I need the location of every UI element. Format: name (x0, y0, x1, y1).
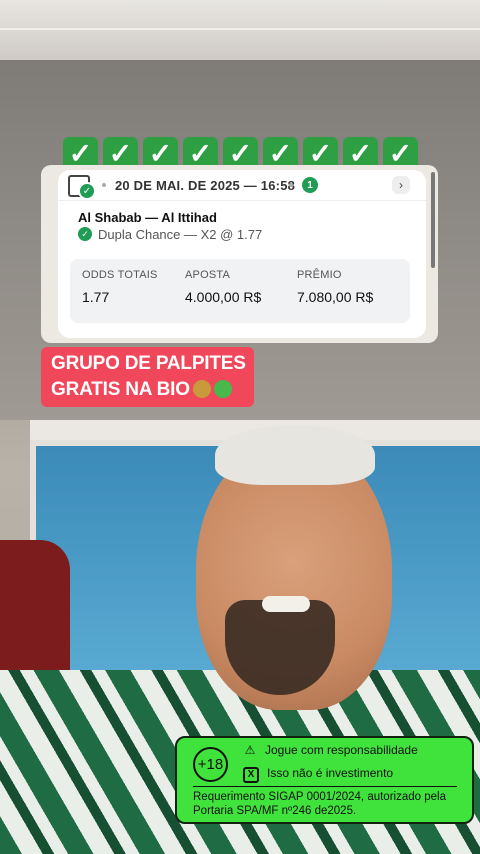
stat-prize: PRÊMIO 7.080,00 R$ (297, 269, 373, 305)
professor-emoji-icon (192, 380, 211, 398)
person-hair (215, 425, 375, 485)
bet-header: ✓ 20 DE MAI. DE 2025 — 16:58 1 › (58, 170, 426, 201)
rg-investment-row: X Isso não é investimento (243, 766, 393, 783)
clover-emoji-icon (213, 380, 232, 398)
x-box-icon: X (243, 767, 259, 783)
person-mouth (262, 596, 310, 612)
warning-icon: ⚠ (244, 743, 256, 757)
scrollbar[interactable] (431, 172, 435, 268)
ceiling (0, 0, 480, 60)
stat-stake: APOSTA 4.000,00 R$ (185, 269, 261, 305)
bet-slip-card[interactable]: ✓ 20 DE MAI. DE 2025 — 16:58 1 › Al Shab… (58, 170, 426, 338)
chevron-right-icon[interactable]: › (392, 176, 410, 194)
stat-label: ODDS TOTAIS (82, 269, 158, 281)
ceiling-light (0, 28, 480, 30)
promo-caption: GRUPO DE PALPITES GRATIS NA BIO (41, 347, 254, 407)
stat-value: 4.000,00 R$ (185, 289, 262, 305)
legal-text: Requerimento SIGAP 0001/2024, autorizado… (193, 791, 446, 817)
selection-text: Dupla Chance — X2 @ 1.77 (98, 227, 263, 242)
bet-date: 20 DE MAI. DE 2025 — 16:58 (115, 178, 296, 193)
won-check-icon: ✓ (78, 227, 92, 241)
stat-label: APOSTA (185, 269, 231, 281)
selection-count-badge: 1 (302, 177, 318, 193)
age-18-badge: +18 (193, 747, 228, 782)
separator-dot (102, 183, 106, 187)
promo-line-1: GRUPO DE PALPITES (51, 353, 246, 374)
stat-label: PRÊMIO (297, 269, 342, 281)
separator-dot (289, 183, 293, 187)
rg-warning-row: ⚠ Jogue com responsabilidade (243, 743, 418, 757)
promo-line-2-wrap: GRATIS NA BIO (51, 379, 232, 401)
match-title: Al Shabab — Al Ittihad (78, 210, 217, 225)
stat-total-odds: ODDS TOTAIS 1.77 (82, 269, 158, 305)
rg-investment-text: Isso não é investimento (267, 766, 394, 780)
success-check-icon: ✓ (78, 182, 96, 200)
stat-value: 1.77 (82, 289, 110, 305)
responsible-gambling-banner: +18 ⚠ Jogue com responsabilidade X Isso nã… (175, 736, 474, 824)
rg-warning-text: Jogue com responsabilidade (265, 743, 418, 757)
bet-stats: ODDS TOTAIS 1.77 APOSTA 4.000,00 R$ PRÊM… (70, 259, 410, 323)
divider (193, 786, 457, 787)
video-background (0, 0, 480, 854)
promo-line-2: GRATIS NA BIO (51, 379, 190, 400)
stat-value: 7.080,00 R$ (297, 289, 374, 305)
